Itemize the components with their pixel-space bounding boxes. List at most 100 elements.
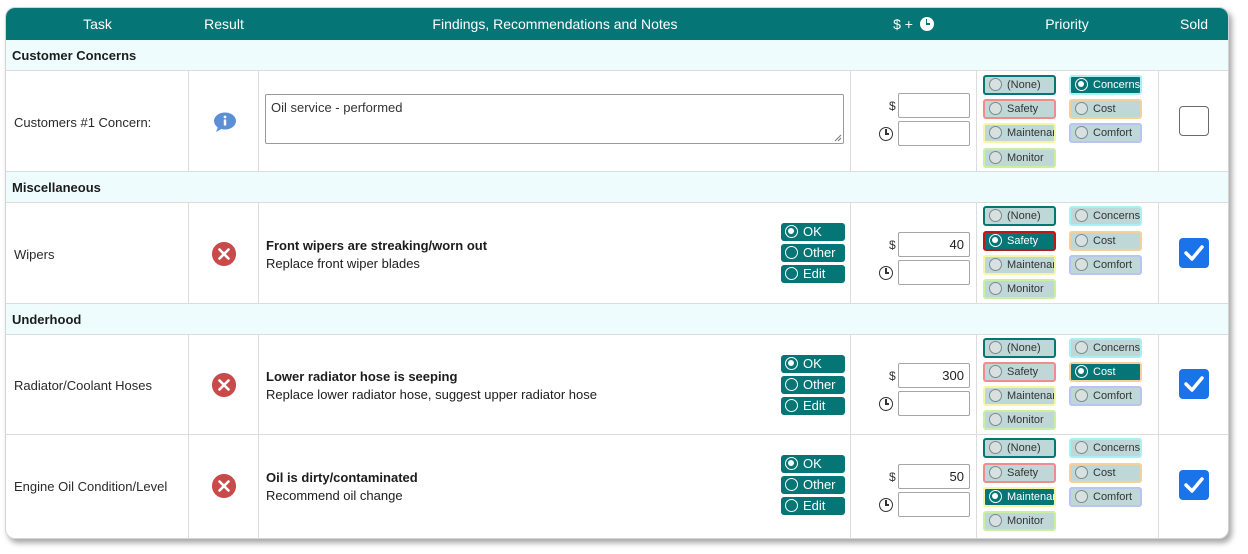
priority-maintenance[interactable]: Maintenance xyxy=(983,255,1056,275)
finding-note: Recommend oil change xyxy=(266,488,403,503)
priority-monitor[interactable]: Monitor xyxy=(983,410,1056,430)
radio-icon xyxy=(989,466,1002,479)
price-input[interactable]: 50 xyxy=(898,464,970,489)
clock-icon xyxy=(879,397,893,411)
ok-button[interactable]: OK xyxy=(781,355,845,373)
notes-textarea[interactable]: Oil service - performed xyxy=(265,94,844,144)
ok-button[interactable]: OK xyxy=(781,455,845,473)
price-input[interactable] xyxy=(898,93,970,118)
time-input[interactable] xyxy=(898,121,970,146)
radio-icon xyxy=(785,457,798,470)
radio-icon xyxy=(989,234,1002,247)
priority-cost[interactable]: Cost xyxy=(1069,463,1142,483)
x-circle-icon xyxy=(212,373,236,397)
header-result: Result xyxy=(204,16,244,32)
priority-maintenance[interactable]: Maintenance xyxy=(983,123,1056,143)
radio-icon xyxy=(785,478,798,491)
priority-safety[interactable]: Safety xyxy=(983,99,1056,119)
table-row: Radiator/Coolant Hoses Lower radiator ho… xyxy=(6,335,1228,435)
priority-comfort[interactable]: Comfort xyxy=(1069,123,1142,143)
radio-icon xyxy=(785,357,798,370)
task-label: Wipers xyxy=(14,247,55,262)
priority-cost[interactable]: Cost xyxy=(1069,99,1142,119)
sold-checkbox[interactable] xyxy=(1179,470,1209,500)
header-cost-label: $ + xyxy=(893,16,913,32)
edit-button[interactable]: Edit xyxy=(781,265,845,283)
radio-icon xyxy=(785,246,798,259)
priority-cost[interactable]: Cost xyxy=(1069,362,1142,382)
section-underhood: Underhood xyxy=(6,304,1228,335)
price-label: $ xyxy=(889,369,896,383)
other-button[interactable]: Other xyxy=(781,376,845,394)
sold-checkbox[interactable] xyxy=(1179,106,1209,136)
finding-note: Replace front wiper blades xyxy=(266,256,420,271)
clock-icon xyxy=(879,266,893,280)
priority-concerns[interactable]: Concerns xyxy=(1069,206,1142,226)
radio-icon xyxy=(989,209,1002,222)
ok-button[interactable]: OK xyxy=(781,223,845,241)
table-header: Task Result Findings, Recommendations an… xyxy=(6,8,1228,40)
priority-monitor[interactable]: Monitor xyxy=(983,279,1056,299)
radio-icon xyxy=(989,282,1002,295)
inspection-table: Task Result Findings, Recommendations an… xyxy=(5,7,1229,539)
price-input[interactable]: 300 xyxy=(898,363,970,388)
table-row: Customers #1 Concern: Oil service - perf… xyxy=(6,71,1228,172)
time-input[interactable] xyxy=(898,260,970,285)
price-input[interactable]: 40 xyxy=(898,232,970,257)
radio-icon xyxy=(1075,209,1088,222)
radio-icon xyxy=(989,78,1002,91)
priority-none[interactable]: (None) xyxy=(983,438,1056,458)
price-label: $ xyxy=(889,238,896,252)
priority-safety[interactable]: Safety xyxy=(983,231,1056,251)
task-label: Engine Oil Condition/Level xyxy=(14,479,168,494)
x-circle-icon xyxy=(212,242,236,266)
priority-monitor[interactable]: Monitor xyxy=(983,511,1056,531)
priority-maintenance[interactable]: Maintenance xyxy=(983,487,1056,507)
other-button[interactable]: Other xyxy=(781,244,845,262)
priority-concerns[interactable]: Concerns xyxy=(1069,438,1142,458)
radio-icon xyxy=(785,225,798,238)
radio-icon xyxy=(1075,365,1088,378)
priority-none[interactable]: (None) xyxy=(983,75,1056,95)
radio-icon xyxy=(989,413,1002,426)
other-button[interactable]: Other xyxy=(781,476,845,494)
sold-checkbox[interactable] xyxy=(1179,238,1209,268)
radio-icon xyxy=(989,258,1002,271)
priority-concerns[interactable]: Concerns xyxy=(1069,338,1142,358)
priority-comfort[interactable]: Comfort xyxy=(1069,386,1142,406)
priority-comfort[interactable]: Comfort xyxy=(1069,487,1142,507)
radio-icon xyxy=(1075,389,1088,402)
priority-none[interactable]: (None) xyxy=(983,338,1056,358)
finding-title: Front wipers are streaking/worn out xyxy=(266,238,488,253)
priority-cost[interactable]: Cost xyxy=(1069,231,1142,251)
section-customer-concerns: Customer Concerns xyxy=(6,40,1228,71)
radio-icon xyxy=(989,151,1002,164)
radio-icon xyxy=(1075,466,1088,479)
finding-title: Lower radiator hose is seeping xyxy=(266,369,458,384)
sold-checkbox[interactable] xyxy=(1179,369,1209,399)
time-input[interactable] xyxy=(898,391,970,416)
price-label: $ xyxy=(889,470,896,484)
priority-none[interactable]: (None) xyxy=(983,206,1056,226)
priority-concerns[interactable]: Concerns xyxy=(1069,75,1142,95)
radio-icon xyxy=(1075,78,1088,91)
radio-icon xyxy=(989,102,1002,115)
priority-comfort[interactable]: Comfort xyxy=(1069,255,1142,275)
resize-handle-icon[interactable] xyxy=(834,134,842,142)
radio-icon xyxy=(785,378,798,391)
finding-note: Replace lower radiator hose, suggest upp… xyxy=(266,387,597,402)
priority-monitor[interactable]: Monitor xyxy=(983,148,1056,168)
radio-icon xyxy=(785,267,798,280)
priority-maintenance[interactable]: Maintenance xyxy=(983,386,1056,406)
priority-safety[interactable]: Safety xyxy=(983,463,1056,483)
radio-icon xyxy=(989,126,1002,139)
priority-safety[interactable]: Safety xyxy=(983,362,1056,382)
info-icon xyxy=(214,112,236,132)
radio-icon xyxy=(989,490,1002,503)
header-findings: Findings, Recommendations and Notes xyxy=(432,16,678,32)
time-input[interactable] xyxy=(898,492,970,517)
edit-button[interactable]: Edit xyxy=(781,497,845,515)
edit-button[interactable]: Edit xyxy=(781,397,845,415)
finding-title: Oil is dirty/contaminated xyxy=(266,470,418,485)
radio-icon xyxy=(1075,126,1088,139)
